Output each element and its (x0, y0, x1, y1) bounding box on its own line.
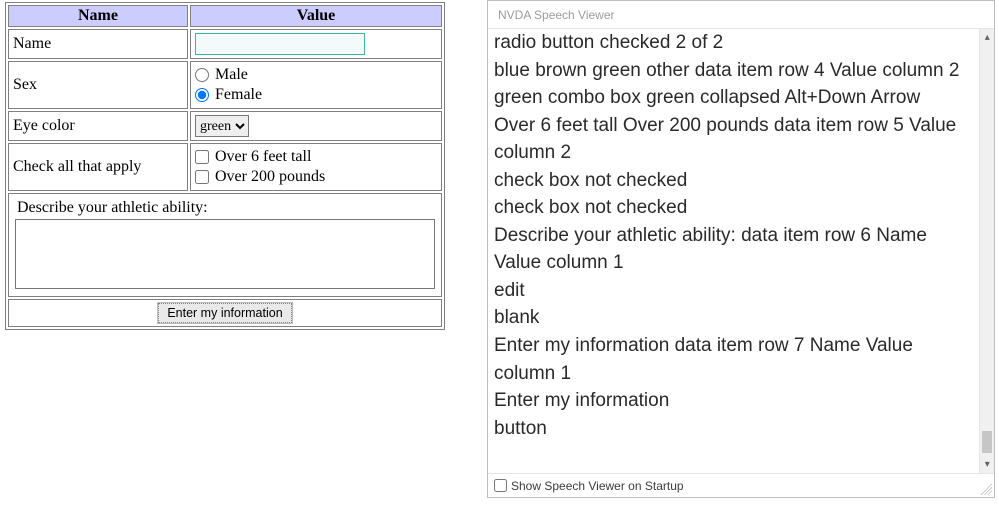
nvda-line: Enter my information (494, 387, 973, 415)
header-name: Name (8, 5, 188, 27)
nvda-footer: Show Speech Viewer on Startup (488, 473, 994, 497)
describe-label: Describe your athletic ability: (13, 197, 437, 217)
header-value: Value (190, 5, 442, 27)
nvda-speech-log[interactable]: Male Female data item row 3 Value column… (488, 29, 979, 473)
radio-female-label: Female (215, 85, 262, 105)
row-check-value-cell: Over 6 feet tall Over 200 pounds (190, 143, 442, 191)
scroll-up-icon[interactable]: ▴ (980, 29, 994, 46)
row-name-label: Name (8, 29, 188, 59)
radio-male-label: Male (215, 65, 248, 85)
nvda-line: green combo box green collapsed Alt+Down… (494, 84, 973, 112)
row-submit-cell: Enter my information (8, 299, 442, 327)
scrollbar[interactable]: ▴ ▾ (979, 29, 994, 473)
row-name-value-cell (190, 29, 442, 59)
form-table: Name Value Name Sex Male Female (5, 2, 445, 330)
radio-male[interactable] (195, 68, 209, 82)
row-sex-value-cell: Male Female (190, 61, 442, 109)
nvda-line: check box not checked (494, 167, 973, 195)
checkbox-over-6-feet-label: Over 6 feet tall (215, 147, 311, 167)
nvda-line: check box not checked (494, 194, 973, 222)
nvda-line: blank (494, 304, 973, 332)
nvda-line: button (494, 415, 973, 443)
show-on-startup-label: Show Speech Viewer on Startup (511, 479, 684, 493)
scroll-down-icon[interactable]: ▾ (980, 456, 994, 473)
nvda-line: Enter my information data item row 7 Nam… (494, 332, 973, 387)
scroll-thumb[interactable] (982, 431, 992, 453)
resize-grip-icon[interactable] (980, 483, 992, 495)
checkbox-over-200-pounds-label: Over 200 pounds (215, 167, 325, 187)
nvda-line: edit (494, 277, 973, 305)
describe-textarea[interactable] (15, 219, 435, 289)
name-input[interactable] (195, 33, 365, 55)
radio-female[interactable] (195, 88, 209, 102)
nvda-speech-viewer-window: NVDA Speech Viewer Male Female data item… (487, 0, 995, 498)
checkbox-over-200-pounds[interactable] (195, 170, 209, 184)
nvda-line: Over 6 feet tall Over 200 pounds data it… (494, 112, 973, 167)
nvda-line: Describe your athletic ability: data ite… (494, 222, 973, 277)
row-eye-label: Eye color (8, 111, 188, 141)
nvda-window-title: NVDA Speech Viewer (488, 1, 994, 29)
enter-my-information-button[interactable]: Enter my information (158, 303, 291, 323)
checkbox-over-6-feet[interactable] (195, 150, 209, 164)
show-on-startup-checkbox[interactable] (494, 479, 507, 492)
row-describe-cell: Describe your athletic ability: (8, 193, 442, 297)
row-eye-value-cell: green (190, 111, 442, 141)
nvda-body: Male Female data item row 3 Value column… (488, 29, 994, 473)
row-check-label: Check all that apply (8, 143, 188, 191)
form-table-container: Name Value Name Sex Male Female (5, 2, 445, 330)
row-sex-label: Sex (8, 61, 188, 109)
eye-color-select[interactable]: green (195, 115, 249, 137)
nvda-line: blue brown green other data item row 4 V… (494, 57, 973, 85)
nvda-line: radio button checked 2 of 2 (494, 29, 973, 57)
